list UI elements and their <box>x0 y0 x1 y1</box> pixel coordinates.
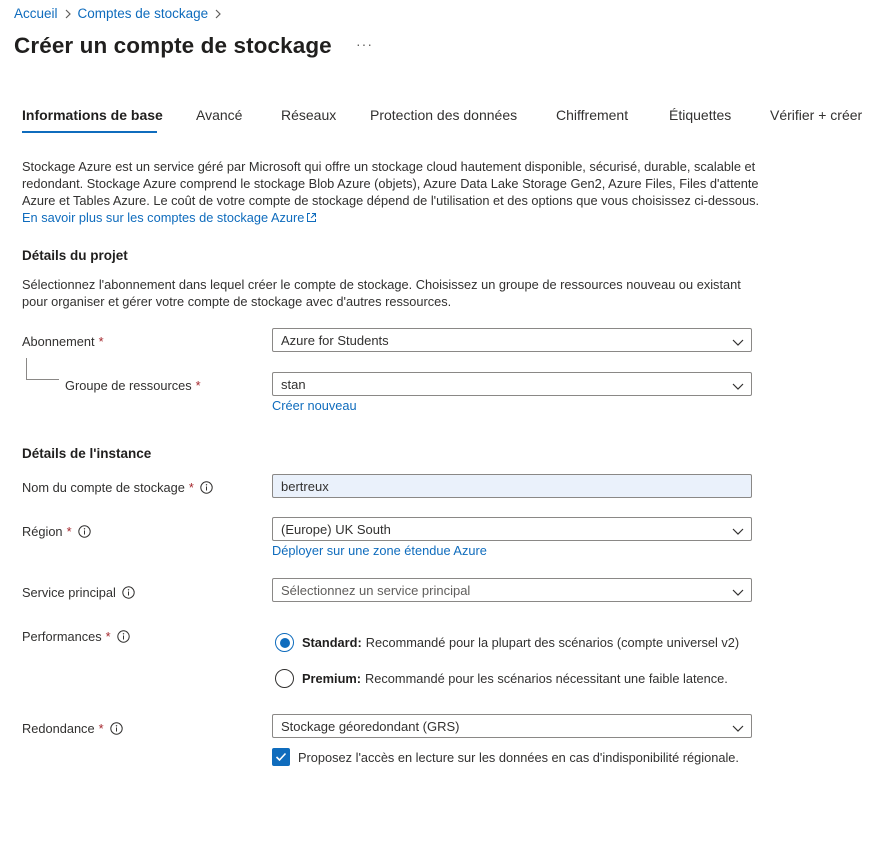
tree-connector <box>26 358 59 380</box>
page-title: Créer un compte de stockage <box>14 33 332 58</box>
project-description: Sélectionnez l'abonnement dans lequel cr… <box>22 277 741 309</box>
required-marker: * <box>195 378 201 393</box>
service-label-text: Service principal <box>22 585 116 600</box>
resource-group-value: stan <box>281 376 306 392</box>
radio-selected-icon <box>275 633 294 652</box>
tab-encryption[interactable]: Chiffrement <box>556 107 628 123</box>
standard-option-name: Standard: <box>302 635 362 650</box>
info-icon[interactable] <box>109 722 123 735</box>
performance-premium-radio[interactable]: Premium: Recommandé pour les scénarios n… <box>275 669 728 688</box>
region-dropdown[interactable]: (Europe) UK South <box>272 517 752 541</box>
radio-unselected-icon <box>275 669 294 688</box>
learn-more-link-label: En savoir plus sur les comptes de stocka… <box>22 210 305 225</box>
redundancy-label: Redondance * <box>22 721 123 736</box>
chevron-right-icon <box>208 6 228 21</box>
tab-tags[interactable]: Étiquettes <box>669 107 731 123</box>
breadcrumb-home-link[interactable]: Accueil <box>14 6 58 21</box>
chevron-right-icon <box>58 6 78 21</box>
redundancy-label-text: Redondance <box>22 721 95 736</box>
intro-text: Stockage Azure est un service géré par M… <box>22 158 762 227</box>
required-marker: * <box>66 524 72 539</box>
chevron-down-icon <box>732 379 744 394</box>
intro-description: Stockage Azure est un service géré par M… <box>22 159 760 208</box>
performance-standard-radio[interactable]: Standard: Recommandé pour la plupart des… <box>275 633 739 652</box>
info-icon[interactable] <box>116 630 130 643</box>
account-name-label: Nom du compte de stockage * <box>22 480 213 495</box>
chevron-down-icon <box>732 524 744 539</box>
redundancy-dropdown[interactable]: Stockage géoredondant (GRS) <box>272 714 752 738</box>
subscription-label: Abonnement * <box>22 334 104 349</box>
tab-advanced[interactable]: Avancé <box>196 107 242 123</box>
subscription-label-text: Abonnement <box>22 334 95 349</box>
region-label-text: Région <box>22 524 63 539</box>
chevron-down-icon <box>732 335 744 350</box>
account-name-label-text: Nom du compte de stockage <box>22 480 185 495</box>
primary-service-dropdown[interactable]: Sélectionnez un service principal <box>272 578 752 602</box>
read-access-label: Proposez l'accès en lecture sur les donn… <box>298 749 739 765</box>
more-options-button[interactable]: ··· <box>356 36 373 52</box>
breadcrumb: Accueil Comptes de stockage <box>14 6 228 21</box>
create-new-resource-group-link[interactable]: Créer nouveau <box>272 398 357 413</box>
service-label: Service principal <box>22 585 135 600</box>
section-title-project: Détails du projet <box>22 248 128 263</box>
info-icon[interactable] <box>200 481 213 494</box>
resource-group-label: Groupe de ressources * <box>65 378 201 393</box>
standard-option-desc: Recommandé pour la plupart des scénarios… <box>365 635 740 650</box>
tab-networking[interactable]: Réseaux <box>281 107 336 123</box>
required-marker: * <box>98 721 104 736</box>
tab-review-create[interactable]: Vérifier + créer <box>770 107 862 123</box>
section-title-instance: Détails de l'instance <box>22 446 152 461</box>
region-label: Région * <box>22 524 91 539</box>
region-value: (Europe) UK South <box>281 521 391 537</box>
performance-label: Performances * <box>22 629 130 644</box>
primary-service-placeholder: Sélectionnez un service principal <box>281 582 471 598</box>
active-tab-indicator <box>22 131 157 133</box>
chevron-down-icon <box>732 721 744 736</box>
resource-group-dropdown[interactable]: stan <box>272 372 752 396</box>
redundancy-value: Stockage géoredondant (GRS) <box>281 718 460 734</box>
required-marker: * <box>98 334 104 349</box>
learn-more-link[interactable]: En savoir plus sur les comptes de stocka… <box>22 210 317 225</box>
performance-label-text: Performances <box>22 629 102 644</box>
required-marker: * <box>188 480 194 495</box>
info-icon[interactable] <box>122 586 135 599</box>
info-icon[interactable] <box>77 525 91 538</box>
storage-account-name-value: bertreux <box>281 478 329 494</box>
chevron-down-icon <box>732 585 744 600</box>
subscription-value: Azure for Students <box>281 332 389 348</box>
required-marker: * <box>105 629 111 644</box>
checkmark-icon <box>272 748 290 766</box>
external-link-icon <box>306 210 317 227</box>
deploy-extended-zone-link[interactable]: Déployer sur une zone étendue Azure <box>272 543 487 558</box>
breadcrumb-storage-accounts-link[interactable]: Comptes de stockage <box>78 6 209 21</box>
read-access-checkbox[interactable]: Proposez l'accès en lecture sur les donn… <box>272 748 739 766</box>
premium-option-desc: Recommandé pour les scénarios nécessitan… <box>365 671 728 686</box>
tab-basics[interactable]: Informations de base <box>22 107 163 123</box>
tab-bar: Informations de base Avancé Réseaux Prot… <box>22 107 872 133</box>
resource-group-label-text: Groupe de ressources <box>65 378 192 393</box>
premium-option-name: Premium: <box>302 671 362 686</box>
tab-data-protection[interactable]: Protection des données <box>370 107 517 123</box>
storage-account-name-input[interactable]: bertreux <box>272 474 752 498</box>
subscription-dropdown[interactable]: Azure for Students <box>272 328 752 352</box>
